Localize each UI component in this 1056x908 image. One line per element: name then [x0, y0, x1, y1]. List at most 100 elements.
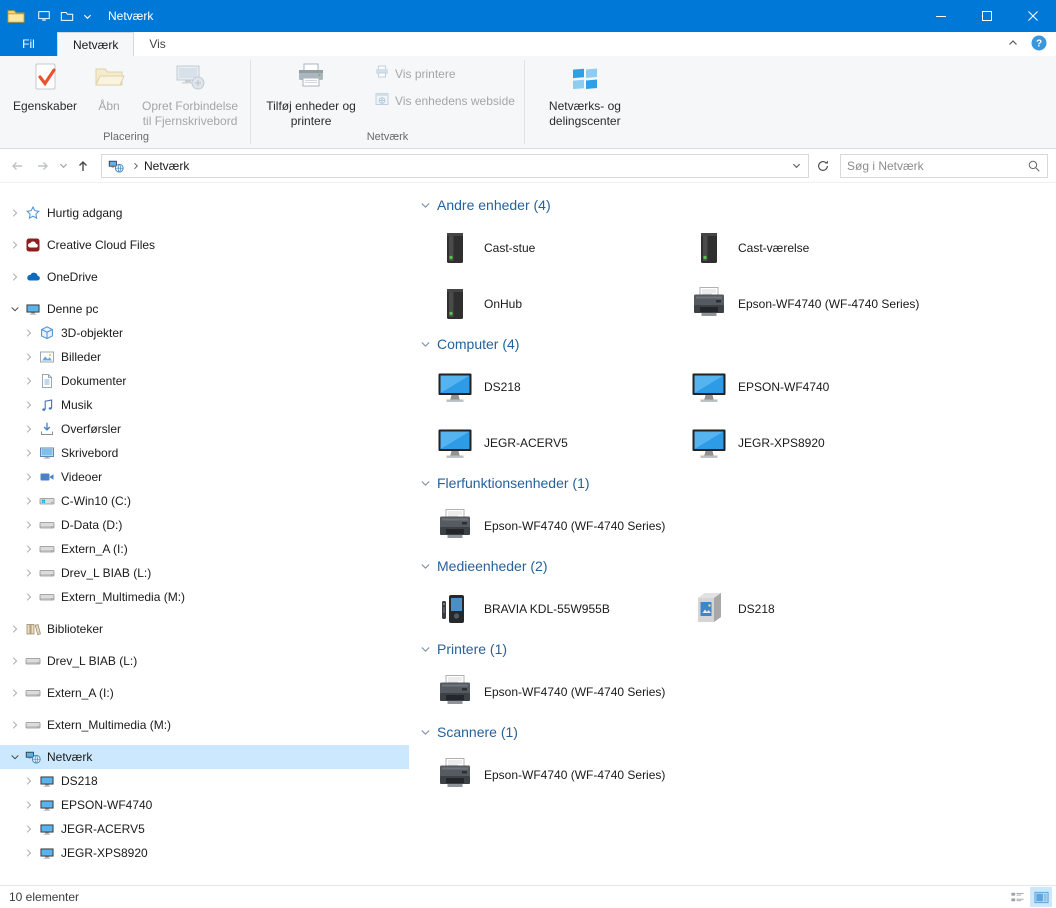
qat-computer-icon[interactable]	[37, 9, 51, 23]
close-button[interactable]	[1010, 0, 1056, 32]
sidebar-item-c-win10-c[interactable]: C-Win10 (C:)	[0, 489, 409, 513]
vis-printere-button[interactable]: Vis printere	[374, 64, 515, 83]
device-tile-epson-wf4740[interactable]: EPSON-WF4740	[689, 367, 943, 407]
chevron-right-icon[interactable]	[20, 774, 37, 788]
chevron-right-icon[interactable]	[20, 398, 37, 412]
device-tile-ds218[interactable]: DS218	[689, 589, 943, 629]
search-icon[interactable]	[1027, 159, 1041, 173]
chevron-right-icon[interactable]	[20, 446, 37, 460]
search-input[interactable]: Søg i Netværk	[840, 153, 1048, 178]
sidebar-item-jegr-xps8920[interactable]: JEGR-XPS8920	[0, 841, 409, 865]
tab-netvaerk[interactable]: Netværk	[57, 32, 135, 56]
chevron-right-icon[interactable]	[20, 798, 37, 812]
chevron-right-icon[interactable]	[6, 654, 23, 668]
sidebar-item-drev-l-biab-l[interactable]: Drev_L BIAB (L:)	[0, 649, 409, 673]
sidebar-item-billeder[interactable]: Billeder	[0, 345, 409, 369]
chevron-down-icon[interactable]	[6, 750, 23, 764]
recent-locations-chevron-icon[interactable]	[56, 153, 70, 179]
device-tile-onhub[interactable]: OnHub	[435, 284, 689, 324]
sidebar-item-drev-l-biab-l[interactable]: Drev_L BIAB (L:)	[0, 561, 409, 585]
chevron-right-icon[interactable]	[20, 350, 37, 364]
group-header-scannere-1[interactable]: Scannere (1)	[409, 724, 1056, 740]
device-tile-cast-v-relse[interactable]: Cast-værelse	[689, 228, 943, 268]
sidebar-item-d-data-d[interactable]: D-Data (D:)	[0, 513, 409, 537]
sidebar-item-extern-a-i[interactable]: Extern_A (I:)	[0, 681, 409, 705]
group-header-andre-enheder-4[interactable]: Andre enheder (4)	[409, 197, 1056, 213]
details-view-button[interactable]	[1006, 887, 1028, 907]
qat-dropdown-chevron-icon[interactable]	[83, 12, 92, 21]
tab-fil[interactable]: Fil	[0, 32, 57, 56]
sidebar-item-creative-cloud-files[interactable]: Creative Cloud Files	[0, 233, 409, 257]
device-tile-jegr-xps8920[interactable]: JEGR-XPS8920	[689, 423, 943, 463]
device-tile-ds218[interactable]: DS218	[435, 367, 689, 407]
minimize-button[interactable]	[918, 0, 964, 32]
forward-button[interactable]	[30, 153, 56, 179]
address-dropdown-icon[interactable]	[785, 161, 808, 170]
chevron-down-icon[interactable]	[6, 302, 23, 316]
device-tile-epson-wf4740-wf-4740-series[interactable]: Epson-WF4740 (WF-4740 Series)	[435, 672, 689, 712]
aabn-button[interactable]: Åbn	[86, 57, 132, 116]
chevron-right-icon[interactable]	[20, 326, 37, 340]
tilfoj-enheder-button[interactable]: Tilføj enheder og printere	[255, 57, 367, 131]
group-header-computer-4[interactable]: Computer (4)	[409, 336, 1056, 352]
chevron-right-icon[interactable]	[6, 270, 23, 284]
sidebar-item-epson-wf4740[interactable]: EPSON-WF4740	[0, 793, 409, 817]
chevron-right-icon[interactable]	[20, 422, 37, 436]
sidebar-item-skrivebord[interactable]: Skrivebord	[0, 441, 409, 465]
chevron-right-icon[interactable]	[20, 518, 37, 532]
sidebar-item-overf-rsler[interactable]: Overførsler	[0, 417, 409, 441]
chevron-right-icon[interactable]	[6, 238, 23, 252]
egenskaber-button[interactable]: Egenskaber	[6, 57, 84, 116]
chevron-right-icon[interactable]	[20, 822, 37, 836]
tab-vis[interactable]: Vis	[134, 32, 180, 56]
device-tile-epson-wf4740-wf-4740-series[interactable]: Epson-WF4740 (WF-4740 Series)	[689, 284, 943, 324]
sidebar-item-denne-pc[interactable]: Denne pc	[0, 297, 409, 321]
chevron-right-icon[interactable]	[20, 590, 37, 604]
sidebar-item-jegr-acerv5[interactable]: JEGR-ACERV5	[0, 817, 409, 841]
chevron-right-icon[interactable]	[6, 206, 23, 220]
group-header-medieenheder-2[interactable]: Medieenheder (2)	[409, 558, 1056, 574]
sidebar-item-extern-multimedia-m[interactable]: Extern_Multimedia (M:)	[0, 585, 409, 609]
sidebar-item-extern-multimedia-m[interactable]: Extern_Multimedia (M:)	[0, 713, 409, 737]
device-tile-epson-wf4740-wf-4740-series[interactable]: Epson-WF4740 (WF-4740 Series)	[435, 755, 689, 795]
help-icon[interactable]: ?	[1031, 35, 1047, 54]
group-header-printere-1[interactable]: Printere (1)	[409, 641, 1056, 657]
device-tile-bravia-kdl-55w955b[interactable]: BRAVIA KDL-55W955B	[435, 589, 689, 629]
ribbon-collapse-icon[interactable]	[1006, 36, 1020, 53]
back-button[interactable]	[4, 153, 30, 179]
large-icons-view-button[interactable]	[1030, 887, 1052, 907]
maximize-button[interactable]	[964, 0, 1010, 32]
sidebar-item-extern-a-i[interactable]: Extern_A (I:)	[0, 537, 409, 561]
chevron-right-icon[interactable]	[20, 374, 37, 388]
sidebar-item-biblioteker[interactable]: Biblioteker	[0, 617, 409, 641]
chevron-right-icon[interactable]	[20, 470, 37, 484]
chevron-right-icon[interactable]	[20, 494, 37, 508]
device-tile-epson-wf4740-wf-4740-series[interactable]: Epson-WF4740 (WF-4740 Series)	[435, 506, 689, 546]
netvaerks-delingscenter-button[interactable]: Netværks- og delingscenter	[529, 57, 641, 131]
chevron-right-icon[interactable]	[20, 542, 37, 556]
sidebar-item-3d-objekter[interactable]: 3D-objekter	[0, 321, 409, 345]
vis-enhedens-webside-button[interactable]: Vis enhedens webside	[374, 91, 515, 110]
chevron-right-icon[interactable]	[6, 622, 23, 636]
sidebar-item-hurtig-adgang[interactable]: Hurtig adgang	[0, 201, 409, 225]
sidebar-item-netv-rk[interactable]: Netværk	[0, 745, 409, 769]
group-header-flerfunktionsenheder-1[interactable]: Flerfunktionsenheder (1)	[409, 475, 1056, 491]
breadcrumb-chevron-icon[interactable]	[130, 160, 142, 172]
device-tile-jegr-acerv5[interactable]: JEGR-ACERV5	[435, 423, 689, 463]
device-tile-cast-stue[interactable]: Cast-stue	[435, 228, 689, 268]
sidebar-item-dokumenter[interactable]: Dokumenter	[0, 369, 409, 393]
remote-desktop-button[interactable]: Opret Forbindelse til Fjernskrivebord	[134, 57, 246, 131]
sidebar-item-ds218[interactable]: DS218	[0, 769, 409, 793]
sidebar-item-videoer[interactable]: Videoer	[0, 465, 409, 489]
chevron-right-icon[interactable]	[20, 566, 37, 580]
chevron-right-icon[interactable]	[20, 846, 37, 860]
qat-folder-icon[interactable]	[60, 9, 74, 23]
address-bar[interactable]: Netværk	[101, 153, 809, 178]
refresh-button[interactable]	[811, 154, 835, 178]
sidebar-item-onedrive[interactable]: OneDrive	[0, 265, 409, 289]
breadcrumb-item[interactable]: Netværk	[144, 159, 189, 173]
chevron-right-icon[interactable]	[6, 718, 23, 732]
chevron-right-icon[interactable]	[6, 686, 23, 700]
up-button[interactable]	[70, 153, 96, 179]
sidebar-item-musik[interactable]: Musik	[0, 393, 409, 417]
